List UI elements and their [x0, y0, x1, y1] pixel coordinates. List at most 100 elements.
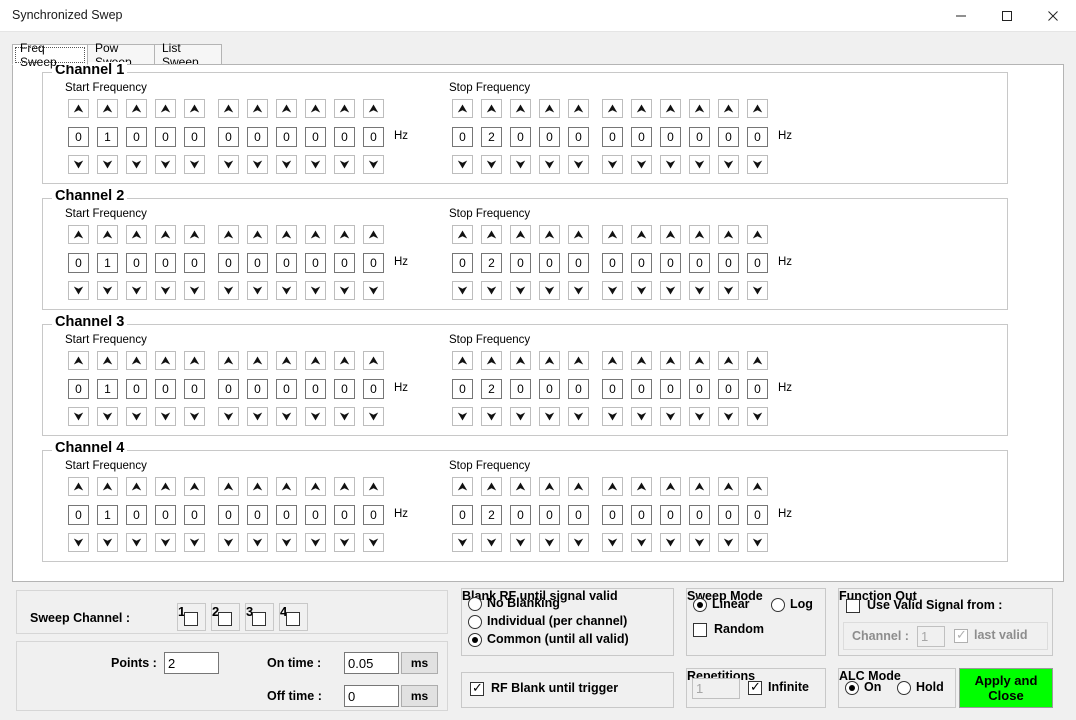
digit-box-11[interactable]: 0 [363, 253, 384, 273]
digit-up-arrow-icon-6[interactable] [218, 477, 239, 496]
digit-box-8[interactable]: 0 [276, 505, 297, 525]
digit-down-arrow-icon-11[interactable] [747, 533, 768, 552]
sweep-mode-radio-linear[interactable] [693, 598, 707, 612]
digit-up-arrow-icon-1[interactable] [68, 225, 89, 244]
digit-up-arrow-icon-9[interactable] [305, 225, 326, 244]
digit-down-arrow-icon-5[interactable] [568, 407, 589, 426]
digit-down-arrow-icon-3[interactable] [510, 281, 531, 300]
digit-up-arrow-icon-11[interactable] [363, 99, 384, 118]
rf-blank-trigger-checkbox[interactable]: ✓ [470, 681, 484, 696]
last-valid-checkbox[interactable]: ✓ [954, 628, 968, 643]
digit-up-arrow-icon-2[interactable] [481, 99, 502, 118]
digit-down-arrow-icon-9[interactable] [689, 155, 710, 174]
digit-box-10[interactable]: 0 [718, 253, 739, 273]
digit-box-9[interactable]: 0 [689, 505, 710, 525]
digit-up-arrow-icon-5[interactable] [184, 351, 205, 370]
digit-down-arrow-icon-7[interactable] [631, 533, 652, 552]
digit-down-arrow-icon-3[interactable] [126, 281, 147, 300]
digit-box-6[interactable]: 0 [602, 127, 623, 147]
digit-box-11[interactable]: 0 [747, 127, 768, 147]
digit-box-4[interactable]: 0 [155, 127, 176, 147]
digit-box-3[interactable]: 0 [126, 127, 147, 147]
digit-up-arrow-icon-11[interactable] [363, 351, 384, 370]
digit-down-arrow-icon-4[interactable] [539, 533, 560, 552]
digit-down-arrow-icon-6[interactable] [602, 281, 623, 300]
digit-down-arrow-icon-3[interactable] [510, 155, 531, 174]
digit-down-arrow-icon-9[interactable] [305, 155, 326, 174]
digit-up-arrow-icon-4[interactable] [155, 225, 176, 244]
digit-down-arrow-icon-9[interactable] [305, 281, 326, 300]
points-input[interactable]: 2 [164, 652, 219, 674]
digit-up-arrow-icon-10[interactable] [718, 477, 739, 496]
digit-up-arrow-icon-10[interactable] [718, 99, 739, 118]
digit-up-arrow-icon-8[interactable] [660, 225, 681, 244]
digit-up-arrow-icon-8[interactable] [276, 225, 297, 244]
digit-up-arrow-icon-5[interactable] [568, 99, 589, 118]
digit-up-arrow-icon-10[interactable] [334, 225, 355, 244]
digit-box-7[interactable]: 0 [631, 253, 652, 273]
digit-box-4[interactable]: 0 [539, 253, 560, 273]
digit-box-4[interactable]: 0 [155, 505, 176, 525]
digit-box-9[interactable]: 0 [689, 127, 710, 147]
digit-up-arrow-icon-9[interactable] [305, 351, 326, 370]
digit-up-arrow-icon-7[interactable] [631, 225, 652, 244]
digit-down-arrow-icon-4[interactable] [155, 407, 176, 426]
digit-down-arrow-icon-6[interactable] [218, 155, 239, 174]
digit-up-arrow-icon-4[interactable] [155, 351, 176, 370]
digit-down-arrow-icon-2[interactable] [481, 407, 502, 426]
digit-box-8[interactable]: 0 [276, 127, 297, 147]
digit-box-5[interactable]: 0 [184, 505, 205, 525]
digit-down-arrow-icon-4[interactable] [155, 281, 176, 300]
digit-up-arrow-icon-2[interactable] [481, 477, 502, 496]
digit-up-arrow-icon-6[interactable] [218, 225, 239, 244]
digit-up-arrow-icon-4[interactable] [539, 477, 560, 496]
repetitions-input[interactable]: 1 [692, 678, 740, 699]
digit-box-6[interactable]: 0 [602, 253, 623, 273]
digit-up-arrow-icon-5[interactable] [184, 225, 205, 244]
digit-down-arrow-icon-4[interactable] [539, 155, 560, 174]
digit-down-arrow-icon-2[interactable] [97, 155, 118, 174]
digit-box-4[interactable]: 0 [155, 379, 176, 399]
digit-down-arrow-icon-10[interactable] [334, 155, 355, 174]
digit-box-3[interactable]: 0 [126, 253, 147, 273]
digit-up-arrow-icon-2[interactable] [481, 225, 502, 244]
digit-up-arrow-icon-6[interactable] [602, 477, 623, 496]
digit-up-arrow-icon-4[interactable] [155, 99, 176, 118]
digit-down-arrow-icon-7[interactable] [247, 155, 268, 174]
digit-down-arrow-icon-1[interactable] [68, 407, 89, 426]
digit-box-11[interactable]: 0 [747, 379, 768, 399]
digit-box-2[interactable]: 2 [481, 127, 502, 147]
digit-up-arrow-icon-9[interactable] [689, 351, 710, 370]
digit-up-arrow-icon-7[interactable] [631, 351, 652, 370]
sweep-channel-checkbox-2[interactable] [218, 612, 232, 626]
digit-down-arrow-icon-5[interactable] [184, 281, 205, 300]
digit-box-6[interactable]: 0 [218, 379, 239, 399]
digit-down-arrow-icon-11[interactable] [363, 533, 384, 552]
off-time-input[interactable]: 0 [344, 685, 399, 707]
digit-box-7[interactable]: 0 [247, 253, 268, 273]
digit-up-arrow-icon-11[interactable] [747, 477, 768, 496]
digit-up-arrow-icon-3[interactable] [126, 99, 147, 118]
apply-and-close-button[interactable]: Apply and Close [959, 668, 1053, 708]
digit-down-arrow-icon-10[interactable] [718, 281, 739, 300]
digit-up-arrow-icon-3[interactable] [510, 99, 531, 118]
digit-up-arrow-icon-6[interactable] [602, 351, 623, 370]
digit-box-9[interactable]: 0 [305, 505, 326, 525]
digit-down-arrow-icon-9[interactable] [305, 533, 326, 552]
minimize-button[interactable] [938, 0, 984, 31]
digit-box-9[interactable]: 0 [305, 379, 326, 399]
digit-down-arrow-icon-7[interactable] [247, 533, 268, 552]
digit-down-arrow-icon-6[interactable] [218, 407, 239, 426]
digit-box-7[interactable]: 0 [247, 379, 268, 399]
digit-up-arrow-icon-11[interactable] [747, 225, 768, 244]
digit-down-arrow-icon-8[interactable] [276, 281, 297, 300]
digit-up-arrow-icon-2[interactable] [97, 225, 118, 244]
digit-box-1[interactable]: 0 [452, 253, 473, 273]
blank-rf-radio-0[interactable] [468, 597, 482, 611]
digit-down-arrow-icon-1[interactable] [452, 407, 473, 426]
digit-up-arrow-icon-1[interactable] [452, 99, 473, 118]
digit-up-arrow-icon-10[interactable] [718, 225, 739, 244]
digit-down-arrow-icon-10[interactable] [718, 533, 739, 552]
digit-box-7[interactable]: 0 [247, 505, 268, 525]
digit-down-arrow-icon-1[interactable] [68, 281, 89, 300]
